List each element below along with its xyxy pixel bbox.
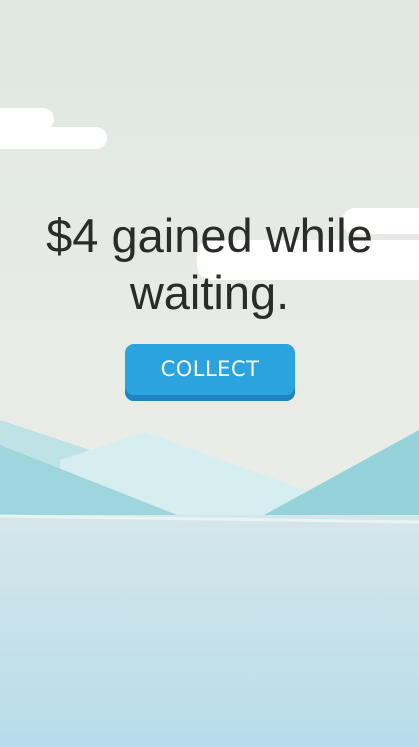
offline-earnings-message: $4 gained while waiting. <box>46 209 373 319</box>
water <box>0 515 419 747</box>
mountains <box>0 420 419 520</box>
collect-button[interactable]: COLLECT <box>125 344 295 401</box>
game-screen: $4 gained while waiting. COLLECT <box>0 0 419 747</box>
cloud-left <box>0 108 107 149</box>
